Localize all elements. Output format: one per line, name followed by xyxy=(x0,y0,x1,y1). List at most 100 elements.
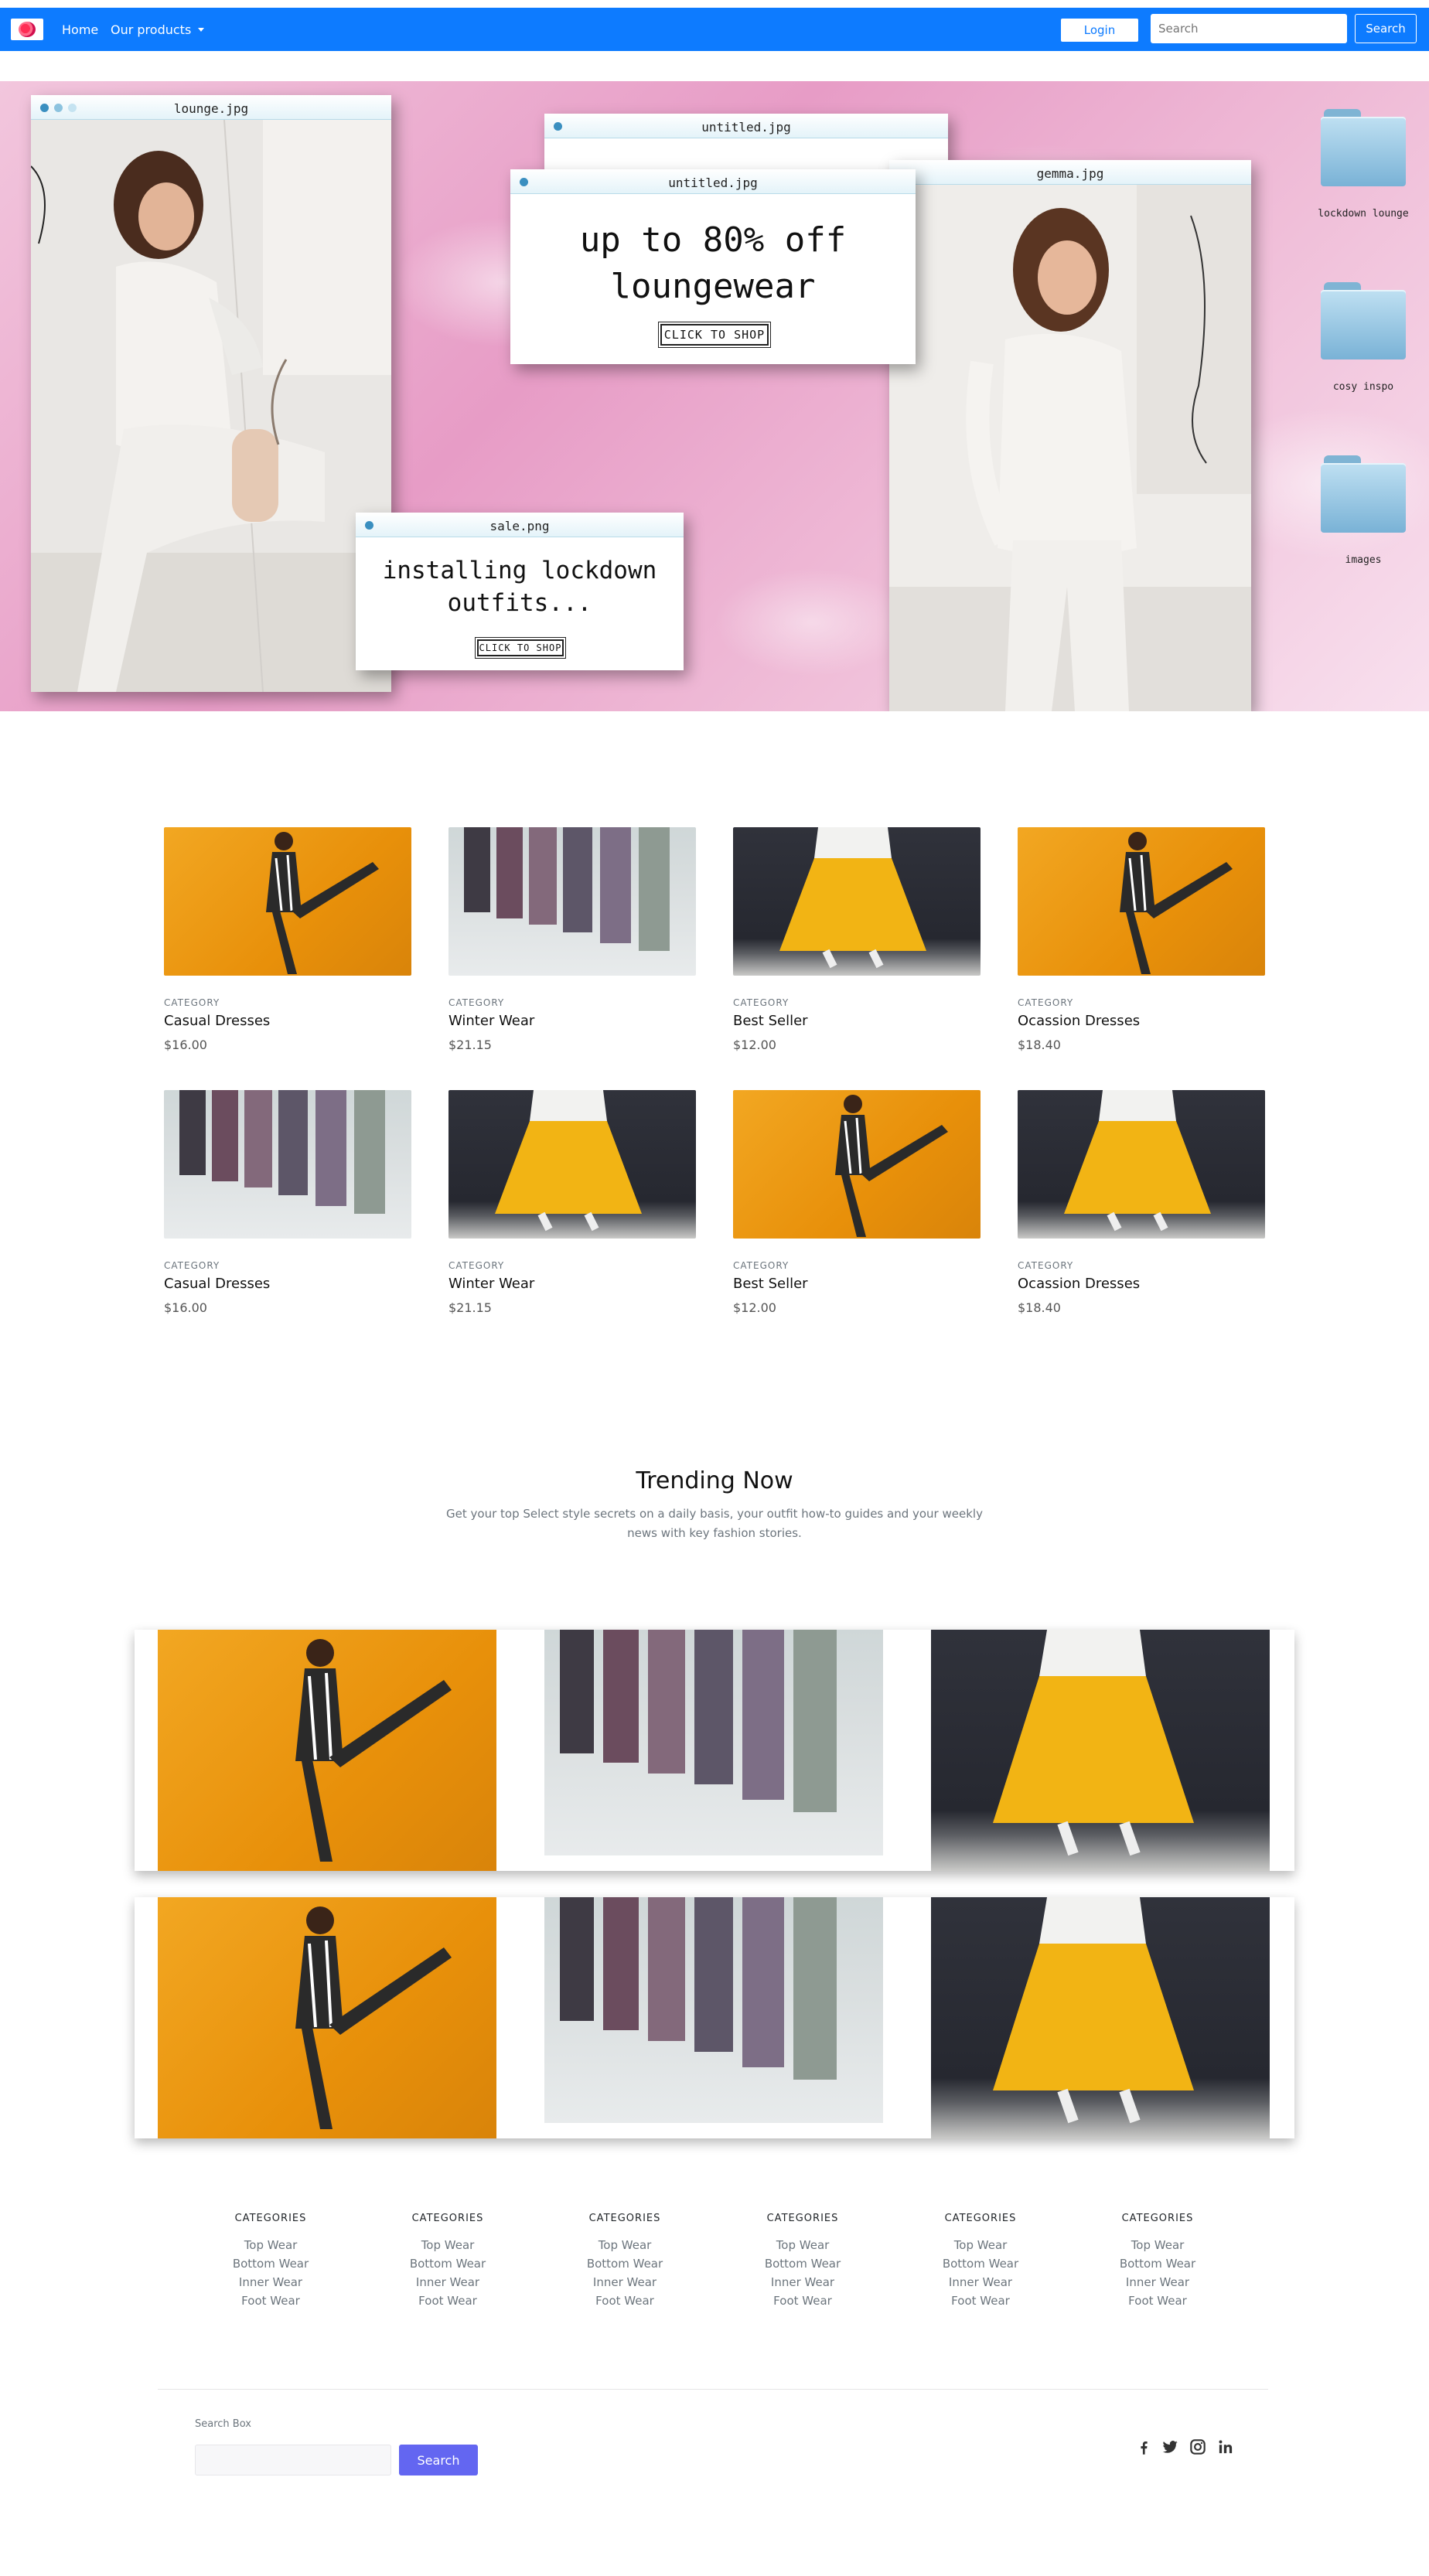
product-name[interactable]: Ocassion Dresses xyxy=(1018,1013,1140,1029)
footer-link[interactable]: Foot Wear xyxy=(1096,2291,1219,2310)
window-titlebar[interactable]: gemma.jpg xyxy=(889,160,1251,185)
trending-image[interactable] xyxy=(158,1897,496,2138)
trending-image[interactable] xyxy=(931,1897,1270,2138)
folder-label[interactable]: cosy inspo xyxy=(1301,381,1425,393)
footer-link[interactable]: Inner Wear xyxy=(1096,2273,1219,2291)
brand-logo[interactable] xyxy=(11,19,43,40)
product-category: CATEGORY xyxy=(448,997,505,1008)
nav-home-link[interactable]: Home xyxy=(62,22,98,37)
window-title: untitled.jpg xyxy=(701,120,791,135)
footer-column-heading: CATEGORIES xyxy=(234,2213,307,2224)
product-card[interactable]: CATEGORY Ocassion Dresses $18.40 xyxy=(1018,1090,1265,1322)
product-name[interactable]: Casual Dresses xyxy=(164,1013,270,1029)
product-card[interactable]: CATEGORY Best Seller $12.00 xyxy=(733,827,981,1059)
folder-label[interactable]: images xyxy=(1301,554,1425,566)
window-titlebar[interactable]: lounge.jpg xyxy=(31,95,391,120)
lounge-window[interactable]: lounge.jpg xyxy=(31,95,391,692)
product-image[interactable] xyxy=(164,1090,411,1239)
footer-link[interactable]: Bottom Wear xyxy=(919,2254,1042,2273)
footer-link[interactable]: Foot Wear xyxy=(919,2291,1042,2310)
product-price: $16.00 xyxy=(164,1038,207,1052)
footer-search-input[interactable] xyxy=(195,2445,391,2475)
footer-column: CATEGORIES Top Wear Bottom Wear Inner We… xyxy=(563,2213,687,2310)
footer-search-button[interactable]: Search xyxy=(399,2445,478,2475)
nav-products-dropdown[interactable]: Our products xyxy=(111,22,191,37)
product-image[interactable] xyxy=(164,827,411,976)
product-price: $21.15 xyxy=(448,1300,492,1315)
trending-image[interactable] xyxy=(931,1630,1270,1871)
footer-link[interactable]: Top Wear xyxy=(563,2236,687,2254)
product-name[interactable]: Best Seller xyxy=(733,1013,808,1029)
product-name[interactable]: Winter Wear xyxy=(448,1013,534,1029)
product-image[interactable] xyxy=(733,1090,981,1239)
footer-link[interactable]: Bottom Wear xyxy=(209,2254,333,2273)
product-card[interactable]: CATEGORY Winter Wear $21.15 xyxy=(448,1090,696,1322)
footer-link[interactable]: Foot Wear xyxy=(209,2291,333,2310)
facebook-icon[interactable] xyxy=(1134,2437,1154,2457)
instagram-icon[interactable] xyxy=(1188,2437,1208,2457)
product-card[interactable]: CATEGORY Winter Wear $21.15 xyxy=(448,827,696,1059)
footer-link[interactable]: Foot Wear xyxy=(386,2291,510,2310)
gemma-photo xyxy=(889,185,1251,711)
folder-icon[interactable] xyxy=(1321,282,1406,359)
product-image[interactable] xyxy=(1018,827,1265,976)
trending-image[interactable] xyxy=(544,1630,883,1855)
window-title: lounge.jpg xyxy=(173,101,249,116)
promo-headline: up to 80% off loungewear xyxy=(579,220,847,306)
product-card[interactable]: CATEGORY Casual Dresses $16.00 xyxy=(164,827,411,1059)
folder-icon[interactable] xyxy=(1321,455,1406,533)
product-price: $12.00 xyxy=(733,1300,776,1315)
linkedin-icon[interactable] xyxy=(1216,2437,1236,2457)
trending-strip xyxy=(135,1897,1294,2138)
footer-link[interactable]: Bottom Wear xyxy=(741,2254,865,2273)
window-titlebar[interactable]: untitled.jpg xyxy=(510,169,916,194)
product-name[interactable]: Ocassion Dresses xyxy=(1018,1276,1140,1292)
folder-icon[interactable] xyxy=(1321,109,1406,186)
window-titlebar[interactable]: sale.png xyxy=(356,513,684,537)
product-image[interactable] xyxy=(448,827,696,976)
footer-link[interactable]: Top Wear xyxy=(741,2236,865,2254)
window-titlebar[interactable]: untitled.jpg xyxy=(544,114,948,138)
product-image[interactable] xyxy=(448,1090,696,1239)
footer-link[interactable]: Inner Wear xyxy=(209,2273,333,2291)
trending-title: Trending Now xyxy=(636,1467,793,1494)
twitter-icon[interactable] xyxy=(1160,2437,1180,2457)
product-category: CATEGORY xyxy=(164,1260,220,1271)
product-card[interactable]: CATEGORY Best Seller $12.00 xyxy=(733,1090,981,1322)
footer-link[interactable]: Inner Wear xyxy=(919,2273,1042,2291)
product-name[interactable]: Best Seller xyxy=(733,1276,808,1292)
footer-link[interactable]: Top Wear xyxy=(386,2236,510,2254)
search-button[interactable]: Search xyxy=(1355,14,1417,43)
footer-link[interactable]: Inner Wear xyxy=(563,2273,687,2291)
footer-link[interactable]: Bottom Wear xyxy=(1096,2254,1219,2273)
sale-shop-button[interactable]: CLICK TO SHOP xyxy=(475,637,566,659)
trending-image[interactable] xyxy=(158,1630,496,1871)
footer-link[interactable]: Inner Wear xyxy=(741,2273,865,2291)
product-name[interactable]: Casual Dresses xyxy=(164,1276,270,1292)
footer-link[interactable]: Bottom Wear xyxy=(563,2254,687,2273)
sale-window[interactable]: sale.png installing lockdown outfits... … xyxy=(356,513,684,670)
footer-link[interactable]: Foot Wear xyxy=(741,2291,865,2310)
footer-column-heading: CATEGORIES xyxy=(588,2213,661,2224)
trending-subtitle: Get your top Select style secrets on a d… xyxy=(446,1507,983,1540)
footer-link[interactable]: Bottom Wear xyxy=(386,2254,510,2273)
search-input[interactable] xyxy=(1151,14,1347,43)
promo-shop-button[interactable]: CLICK TO SHOP xyxy=(658,322,771,348)
footer-link[interactable]: Foot Wear xyxy=(563,2291,687,2310)
gemma-window[interactable]: gemma.jpg xyxy=(889,160,1251,711)
promo-window[interactable]: untitled.jpg up to 80% off loungewear CL… xyxy=(510,169,916,364)
product-card[interactable]: CATEGORY Casual Dresses $16.00 xyxy=(164,1090,411,1322)
footer-link[interactable]: Inner Wear xyxy=(386,2273,510,2291)
product-name[interactable]: Winter Wear xyxy=(448,1276,534,1292)
folder-label[interactable]: lockdown lounge xyxy=(1301,208,1425,220)
footer-link[interactable]: Top Wear xyxy=(919,2236,1042,2254)
footer-link[interactable]: Top Wear xyxy=(1096,2236,1219,2254)
trending-image[interactable] xyxy=(544,1897,883,2123)
product-image[interactable] xyxy=(1018,1090,1265,1239)
footer-column: CATEGORIES Top Wear Bottom Wear Inner We… xyxy=(386,2213,510,2310)
product-card[interactable]: CATEGORY Ocassion Dresses $18.40 xyxy=(1018,827,1265,1059)
product-image[interactable] xyxy=(733,827,981,976)
footer-link[interactable]: Top Wear xyxy=(209,2236,333,2254)
login-button[interactable]: Login xyxy=(1061,19,1138,42)
product-price: $18.40 xyxy=(1018,1300,1061,1315)
